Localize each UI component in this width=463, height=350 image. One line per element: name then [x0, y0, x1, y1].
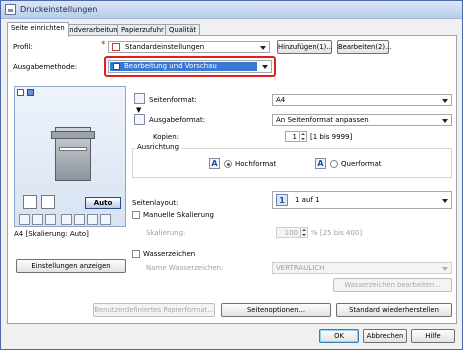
copies-label: Kopien: [153, 133, 180, 141]
layout-dropdown[interactable]: 1 1 auf 1 [272, 191, 452, 209]
page-size-label: Seitenformat: [149, 96, 197, 104]
orientation-group: Ausrichtung A Hochformat A Querformat [132, 143, 452, 178]
finish-icon [100, 214, 111, 225]
printer-icon [5, 4, 16, 15]
window-title: Druckeinstellungen [20, 5, 98, 14]
layout-label: Seitenlayout: [132, 199, 179, 207]
preview-caption: A4 [Skalierung: Auto] [14, 230, 89, 238]
output-size-dropdown[interactable]: An Seitenformat anpassen [272, 114, 452, 126]
copies-range: [1 bis 9999] [310, 133, 353, 141]
chevron-down-icon [442, 199, 448, 203]
title-bar[interactable]: Druckeinstellungen [1, 1, 462, 19]
custom-paper-size-button[interactable]: Benutzerdefiniertes Papierformat... [93, 303, 215, 317]
show-settings-button[interactable]: Einstellungen anzeigen [16, 259, 126, 273]
add-profile-button[interactable]: Hinzufügen(1)... [277, 40, 333, 54]
preview-toggle-icon-1[interactable] [17, 89, 24, 96]
page-size-icon [134, 93, 145, 104]
staple-icon [19, 214, 30, 225]
landscape-label: Querformat [341, 160, 382, 168]
output-size-label: Ausgabeformat: [149, 116, 206, 124]
profile-icon [112, 43, 120, 51]
page-size-value: A4 [276, 96, 286, 104]
scaling-range: % [25 bis 400] [311, 229, 363, 237]
arrow-down-icon: ▼ [136, 106, 142, 114]
profile-dropdown[interactable]: Standardeinstellungen [108, 41, 270, 53]
watermark-checkbox[interactable] [132, 250, 140, 258]
output-size-icon [134, 114, 145, 125]
output-method-dropdown[interactable]: Bearbeitung und Vorschau [108, 60, 272, 73]
printer-output-tray [59, 147, 87, 151]
restore-defaults-button[interactable]: Standard wiederherstellen [336, 303, 452, 317]
landscape-icon: A [315, 158, 326, 169]
tab-panel-page-setup: Profil: * Standardeinstellungen Hinzufüg… [7, 35, 457, 324]
output-size-value: An Seitenformat anpassen [276, 116, 369, 124]
profile-label: Profil: [13, 43, 33, 51]
layout-badge: 1 [276, 194, 288, 206]
scaling-value: 100 [284, 229, 298, 237]
portrait-icon: A [209, 158, 220, 169]
scaling-label: Skalierung: [146, 229, 186, 237]
auto-badge: Auto [85, 197, 121, 209]
cancel-button[interactable]: Abbrechen [363, 329, 407, 343]
printer-scanner [51, 131, 95, 139]
orientation-group-label: Ausrichtung [135, 143, 182, 151]
layout-icon [74, 214, 85, 225]
scaling-spinner[interactable]: 100 [276, 227, 308, 238]
manual-scaling-checkbox[interactable] [132, 211, 140, 219]
paper-layout-icon [41, 195, 55, 209]
help-button[interactable]: Hilfe [411, 329, 455, 343]
page-size-dropdown[interactable]: A4 [272, 94, 452, 106]
output-method-label: Ausgabemethode: [13, 63, 78, 71]
landscape-radio[interactable] [330, 160, 338, 168]
watermark-label: Wasserzeichen [143, 250, 196, 258]
layout-value: 1 auf 1 [295, 196, 320, 204]
edit-profile-button[interactable]: Bearbeiten(2)... [337, 40, 391, 54]
tab-page-setup[interactable]: Seite einrichten [7, 22, 69, 37]
preview-pane: Auto [14, 86, 126, 227]
ok-button[interactable]: OK [319, 329, 359, 343]
required-marker: * [101, 40, 106, 50]
output-method-value: Bearbeitung und Vorschau [124, 62, 217, 70]
watermark-value: VERTRAULICH [276, 264, 325, 272]
preview-toggle-icon-2[interactable] [27, 89, 34, 96]
chevron-down-icon [262, 65, 268, 69]
edit-watermark-button[interactable]: Wasserzeichen bearbeiten... [333, 278, 452, 292]
page-options-button[interactable]: Seitenoptionen... [221, 303, 331, 317]
watermark-dropdown[interactable]: VERTRAULICH [272, 262, 452, 274]
copies-value: 1 [292, 133, 297, 141]
portrait-radio[interactable] [224, 160, 232, 168]
spin-down-icon[interactable] [299, 137, 306, 142]
spin-down-icon[interactable] [300, 233, 307, 238]
profile-value: Standardeinstellungen [125, 43, 205, 51]
chevron-down-icon [442, 267, 448, 271]
chevron-down-icon [260, 46, 266, 50]
booklet-icon [61, 214, 72, 225]
watermark-name-label: Name Wasserzeichen: [146, 264, 224, 272]
chevron-down-icon [442, 99, 448, 103]
portrait-label: Hochformat [235, 160, 277, 168]
binding-icon [87, 214, 98, 225]
print-settings-window: Druckeinstellungen Seite einrichten Endv… [0, 0, 463, 350]
preview-icon [113, 63, 120, 70]
paper-stack-icon [23, 195, 37, 209]
chevron-down-icon [442, 119, 448, 123]
manual-scaling-label: Manuelle Skalierung [143, 211, 214, 219]
copies-spinner[interactable]: 1 [285, 131, 307, 142]
preview-icon-strip [19, 214, 121, 226]
document-icon [45, 214, 56, 225]
duplex-icon [32, 214, 43, 225]
